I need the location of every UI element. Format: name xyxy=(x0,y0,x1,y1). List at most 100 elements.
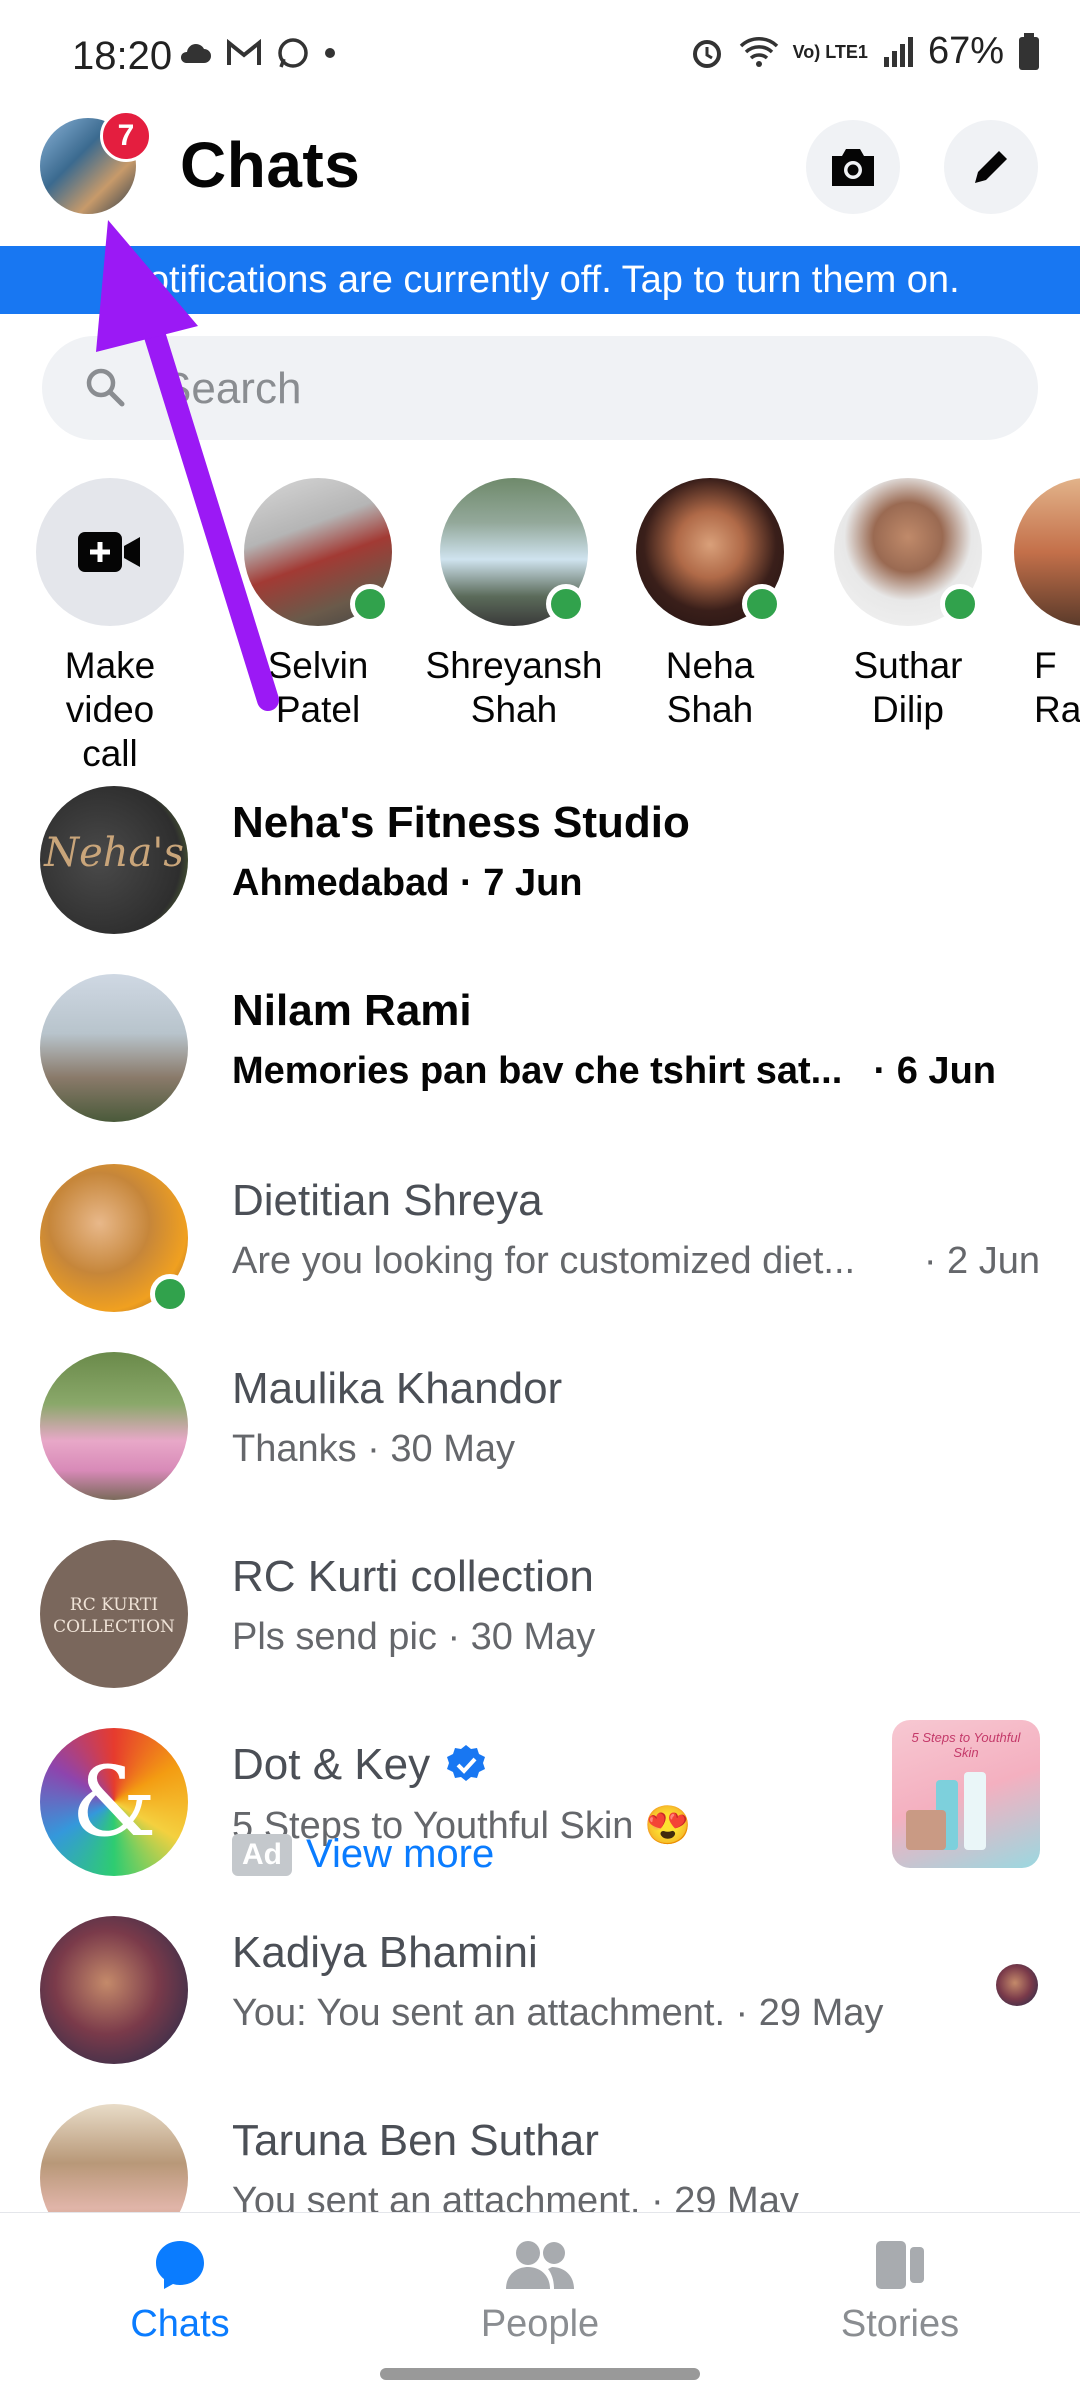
search-icon xyxy=(86,368,125,407)
avatar xyxy=(244,478,392,626)
signal-icon xyxy=(883,36,913,67)
avatar xyxy=(834,478,982,626)
whatsapp-icon xyxy=(278,38,308,68)
online-indicator xyxy=(742,584,782,624)
story-partial[interactable]: F Ra xyxy=(1014,478,1080,732)
chat-name: Nilam Rami xyxy=(232,986,472,1035)
avatar xyxy=(40,1164,190,1314)
avatar xyxy=(40,1916,188,2064)
online-indicator xyxy=(350,584,390,624)
video-call-add-icon xyxy=(78,532,140,572)
chat-row-dietitian-shreya[interactable]: Dietitian Shreya Are you looking for cus… xyxy=(0,1150,1080,1338)
story-label-line1: Make video xyxy=(64,645,156,730)
avatar: RC KURTI COLLECTION xyxy=(40,1540,188,1688)
ampersand-logo: & xyxy=(71,1746,157,1858)
avatar xyxy=(40,974,188,1122)
chat-row-nilam-rami[interactable]: Nilam Rami Memories pan bav che tshirt s… xyxy=(0,960,1080,1148)
chat-subtitle: Thanks · 30 May xyxy=(232,1428,515,1470)
chat-name: Dot & Key xyxy=(232,1740,431,1789)
online-indicator xyxy=(150,1274,190,1314)
ad-row: Ad View more xyxy=(232,1832,494,1877)
story-neha-shah[interactable]: Neha Shah xyxy=(620,478,800,732)
chat-subtitle: Pls send pic · 30 May xyxy=(232,1616,596,1658)
chat-name: Maulika Khandor xyxy=(232,1364,563,1413)
story-selvin-patel[interactable]: Selvin Patel xyxy=(228,478,408,732)
chat-row-taruna-ben-suthar[interactable]: Taruna Ben Suthar You sent an attachment… xyxy=(0,2090,1080,2212)
ad-thumbnail[interactable]: 5 Steps to Youthful Skin xyxy=(892,1720,1040,1868)
nav-chats[interactable]: Chats xyxy=(30,2237,330,2346)
chat-date: · 6 Jun xyxy=(873,1050,996,1092)
camera-icon xyxy=(832,149,874,186)
story-label-line1: F xyxy=(1034,645,1057,686)
chat-name: RC Kurti collection xyxy=(232,1552,594,1601)
chat-name: Taruna Ben Suthar xyxy=(232,2116,599,2165)
avatar: Neha's xyxy=(40,786,188,934)
chat-row-dot-and-key-ad[interactable]: & Dot & Key 5 Steps to Youthful Skin 😍 A… xyxy=(0,1714,1080,1884)
chat-date: · 2 Jun xyxy=(923,1240,1040,1282)
search-bar[interactable]: Search xyxy=(42,336,1038,440)
chat-subtitle: Ahmedabad · 7 Jun xyxy=(232,862,583,904)
story-label-line2: Shah xyxy=(666,689,754,730)
compose-button[interactable] xyxy=(944,120,1038,214)
chat-name: Dietitian Shreya xyxy=(232,1176,543,1225)
alarm-icon xyxy=(692,39,721,68)
network-label: Vo) LTE1 xyxy=(792,41,868,62)
chat-row-neha-fitness[interactable]: Neha's Neha's Fitness Studio Ahmedabad ·… xyxy=(0,772,1080,960)
chat-subtitle: You: You sent an attachment. · 29 May xyxy=(232,1992,884,2034)
avatar xyxy=(440,478,588,626)
online-indicator xyxy=(940,584,980,624)
status-bar: 18:20 Vo) LTE1 67% xyxy=(0,0,1080,110)
story-label-line1: Neha xyxy=(665,645,755,686)
nav-stories[interactable]: Stories xyxy=(750,2237,1050,2346)
story-label-line1: Selvin xyxy=(267,645,369,686)
seen-avatar xyxy=(996,1964,1038,2006)
story-label-line2: Shah xyxy=(470,689,558,730)
nav-label: People xyxy=(480,2303,600,2345)
nav-people[interactable]: People xyxy=(390,2237,690,2346)
online-indicator xyxy=(546,584,586,624)
avatar xyxy=(636,478,784,626)
battery-icon xyxy=(1019,32,1039,70)
avatar xyxy=(1014,478,1080,626)
story-label-line2: Patel xyxy=(275,689,361,730)
home-indicator[interactable] xyxy=(380,2368,700,2380)
story-label-line2: Ra xyxy=(1034,689,1080,730)
nav-label: Stories xyxy=(840,2303,960,2345)
status-time: 18:20 xyxy=(72,34,173,78)
chat-row-maulika-khandor[interactable]: Maulika Khandor Thanks · 30 May xyxy=(0,1338,1080,1526)
avatar-logo-line2: COLLECTION xyxy=(53,1617,175,1637)
chat-row-rc-kurti[interactable]: RC KURTI COLLECTION RC Kurti collection … xyxy=(0,1526,1080,1714)
stories-icon xyxy=(876,2241,924,2289)
ad-label: Ad xyxy=(232,1833,292,1876)
cloud-icon xyxy=(180,44,211,63)
chat-name: Neha's Fitness Studio xyxy=(232,798,690,847)
avatar xyxy=(40,1352,188,1500)
chat-subtitle: Are you looking for customized diet... xyxy=(232,1240,856,1282)
wifi-icon xyxy=(739,36,778,67)
notification-icons xyxy=(178,36,336,70)
notifications-off-banner[interactable]: Notifications are currently off. Tap to … xyxy=(0,246,1080,314)
chat-row-kadiya-bhamini[interactable]: Kadiya Bhamini You: You sent an attachme… xyxy=(0,1902,1080,2090)
pencil-icon xyxy=(975,151,1007,183)
gmail-icon xyxy=(227,39,261,65)
view-more-link[interactable]: View more xyxy=(306,1832,494,1877)
battery-percent: 67% xyxy=(927,30,1004,72)
chat-name-wrap: Dot & Key xyxy=(232,1740,488,1790)
story-label-line1: Suthar xyxy=(853,645,963,686)
notification-badge: 7 xyxy=(100,110,152,162)
avatar: & xyxy=(40,1728,188,1876)
chat-name: Kadiya Bhamini xyxy=(232,1928,538,1977)
story-suthar-dilip[interactable]: Suthar Dilip xyxy=(818,478,998,732)
search-placeholder: Search xyxy=(162,364,302,413)
avatar xyxy=(40,2104,188,2212)
camera-button[interactable] xyxy=(806,120,900,214)
page-title: Chats xyxy=(180,129,361,201)
story-shreyansh-shah[interactable]: Shreyansh Shah xyxy=(424,478,604,732)
make-video-call[interactable]: Make video call xyxy=(20,478,200,776)
chat-subtitle: You sent an attachment. · 29 May xyxy=(232,2180,799,2212)
verified-badge-icon xyxy=(447,1745,486,1781)
system-icons: Vo) LTE1 67% xyxy=(689,30,1040,73)
avatar-logo-text: Neha's xyxy=(44,830,184,876)
chat-subtitle: Memories pan bav che tshirt sat... xyxy=(232,1050,843,1092)
ad-thumbnail-text: 5 Steps to Youthful Skin xyxy=(911,1730,1021,1760)
